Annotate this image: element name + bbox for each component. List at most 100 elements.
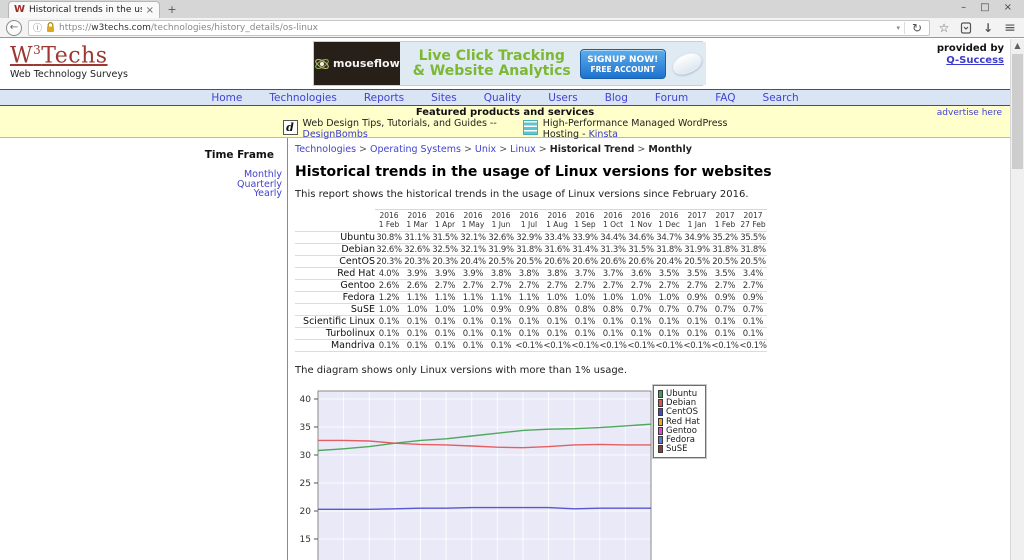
table-row: Mandriva0.1%0.1%0.1%0.1%0.1%<0.1%<0.1%<0… xyxy=(295,340,767,352)
minimize-button[interactable]: – xyxy=(961,2,966,13)
table-cell: 0.7% xyxy=(627,304,655,316)
legend-entry: Red Hat xyxy=(658,417,700,426)
close-button[interactable]: × xyxy=(1004,2,1012,13)
table-cell: 32.1% xyxy=(459,244,487,256)
sidebar-link-quarterly[interactable]: Quarterly xyxy=(0,180,282,190)
table-cell: 0.8% xyxy=(543,304,571,316)
table-cell: 2.6% xyxy=(403,280,431,292)
browser-toolbar: ← ⓘ https://w3techs.com/technologies/his… xyxy=(0,18,1024,38)
legend-label: SuSE xyxy=(666,444,688,454)
scrollbar-thumb[interactable] xyxy=(1012,54,1023,169)
reload-icon[interactable]: ↻ xyxy=(909,22,925,34)
table-cell: 0.9% xyxy=(515,304,543,316)
advertise-here-link[interactable]: advertise here xyxy=(937,108,1002,118)
legend-entry: Debian xyxy=(658,398,700,407)
table-cell: 0.8% xyxy=(571,304,599,316)
table-cell: 3.9% xyxy=(431,268,459,280)
table-cell: <0.1% xyxy=(683,340,711,352)
nav-link-sites[interactable]: Sites xyxy=(431,92,457,104)
breadcrumb-item[interactable]: Linux xyxy=(510,144,536,155)
table-cell: 31.8% xyxy=(739,244,767,256)
table-cell: 0.1% xyxy=(431,340,459,352)
report-subtitle: This report shows the historical trends … xyxy=(295,189,1010,200)
vertical-scrollbar[interactable]: ▲ xyxy=(1010,39,1024,560)
nav-menu: Home Technologies Reports Sites Quality Users… xyxy=(0,89,1010,106)
legend-swatch xyxy=(658,436,663,444)
site-info-icon[interactable]: ⓘ xyxy=(33,21,42,34)
table-cell: <0.1% xyxy=(739,340,767,352)
svg-text:25: 25 xyxy=(300,479,311,489)
nav-link-home[interactable]: Home xyxy=(211,92,242,104)
table-cell: 0.1% xyxy=(655,316,683,328)
table-cell: 1.1% xyxy=(403,292,431,304)
table-cell: 0.9% xyxy=(683,292,711,304)
featured-link-designbombs[interactable]: DesignBombs xyxy=(303,129,368,140)
table-cell: 20.5% xyxy=(487,256,515,268)
table-cell: 0.1% xyxy=(459,316,487,328)
breadcrumb-item[interactable]: Unix xyxy=(475,144,496,155)
column-header: 20161 Nov xyxy=(627,210,655,232)
table-cell: 1.0% xyxy=(431,304,459,316)
featured-bar: Featured products and services dWeb Desi… xyxy=(0,106,1010,138)
new-tab-button[interactable]: + xyxy=(160,2,184,18)
tab-close-icon[interactable]: × xyxy=(146,5,154,16)
table-cell: 3.8% xyxy=(543,268,571,280)
table-cell: 0.8% xyxy=(599,304,627,316)
table-cell: 0.1% xyxy=(683,328,711,340)
table-cell: 0.1% xyxy=(487,340,515,352)
menu-hamburger-icon[interactable]: ≡ xyxy=(1002,22,1018,34)
signup-button[interactable]: SIGNUP NOW! FREE ACCOUNT xyxy=(580,49,666,79)
table-cell: 2.7% xyxy=(571,280,599,292)
legend-entry: SuSE xyxy=(658,445,700,454)
table-cell: 0.1% xyxy=(571,316,599,328)
nav-link-faq[interactable]: FAQ xyxy=(715,92,735,104)
table-cell: 20.6% xyxy=(599,256,627,268)
nav-link-quality[interactable]: Quality xyxy=(484,92,522,104)
row-label: CentOS xyxy=(295,256,375,268)
legend-swatch xyxy=(658,427,663,435)
browser-tab[interactable]: W Historical trends in the us... × xyxy=(8,1,160,18)
pocket-icon[interactable] xyxy=(958,21,974,34)
designbombs-icon: d xyxy=(283,120,298,135)
table-cell: 31.6% xyxy=(543,244,571,256)
nav-link-users[interactable]: Users xyxy=(548,92,577,104)
url-bar[interactable]: ⓘ https://w3techs.com/technologies/histo… xyxy=(28,20,930,36)
table-cell: 0.1% xyxy=(375,316,403,328)
kinsta-icon xyxy=(523,120,538,135)
legend-swatch xyxy=(658,418,663,426)
nav-link-search[interactable]: Search xyxy=(763,92,799,104)
table-cell: 20.4% xyxy=(459,256,487,268)
featured-link-kinsta[interactable]: Kinsta xyxy=(589,129,618,140)
row-label: Fedora xyxy=(295,292,375,304)
row-label: Scientific Linux xyxy=(295,316,375,328)
bookmark-star-icon[interactable]: ☆ xyxy=(936,22,952,34)
table-cell: 3.5% xyxy=(655,268,683,280)
svg-text:20: 20 xyxy=(300,507,312,517)
table-cell: <0.1% xyxy=(571,340,599,352)
url-dropdown-icon[interactable]: ▾ xyxy=(896,24,900,32)
w3techs-logo[interactable]: W3Techs Web Technology Surveys xyxy=(10,43,128,80)
nav-link-forum[interactable]: Forum xyxy=(655,92,688,104)
sidebar-link-yearly[interactable]: Yearly xyxy=(0,189,282,199)
nav-link-technologies[interactable]: Technologies xyxy=(269,92,336,104)
q-success-link[interactable]: Q-Success xyxy=(937,55,1004,66)
scroll-up-icon[interactable]: ▲ xyxy=(1011,41,1024,50)
table-cell: 0.1% xyxy=(599,328,627,340)
back-button[interactable]: ← xyxy=(6,20,22,36)
table-row: Red Hat4.0%3.9%3.9%3.9%3.8%3.8%3.8%3.7%3… xyxy=(295,268,767,280)
maximize-button[interactable]: □ xyxy=(980,2,989,13)
site-header: W3Techs Web Technology Surveys mouseflow… xyxy=(0,39,1010,89)
nav-link-reports[interactable]: Reports xyxy=(364,92,404,104)
downloads-icon[interactable]: ↓ xyxy=(980,22,996,34)
table-cell: 31.8% xyxy=(711,244,739,256)
table-cell: 0.7% xyxy=(655,304,683,316)
breadcrumb-item[interactable]: Technologies xyxy=(295,144,356,155)
mouseflow-ad-banner[interactable]: mouseflow Live Click Tracking & Website … xyxy=(313,41,703,86)
insecure-lock-icon xyxy=(46,22,55,33)
breadcrumb-item: Monthly xyxy=(648,144,692,155)
row-label: Debian xyxy=(295,244,375,256)
legend-swatch xyxy=(658,445,663,453)
nav-link-blog[interactable]: Blog xyxy=(605,92,628,104)
breadcrumb-item[interactable]: Operating Systems xyxy=(370,144,461,155)
column-header: 20161 May xyxy=(459,210,487,232)
